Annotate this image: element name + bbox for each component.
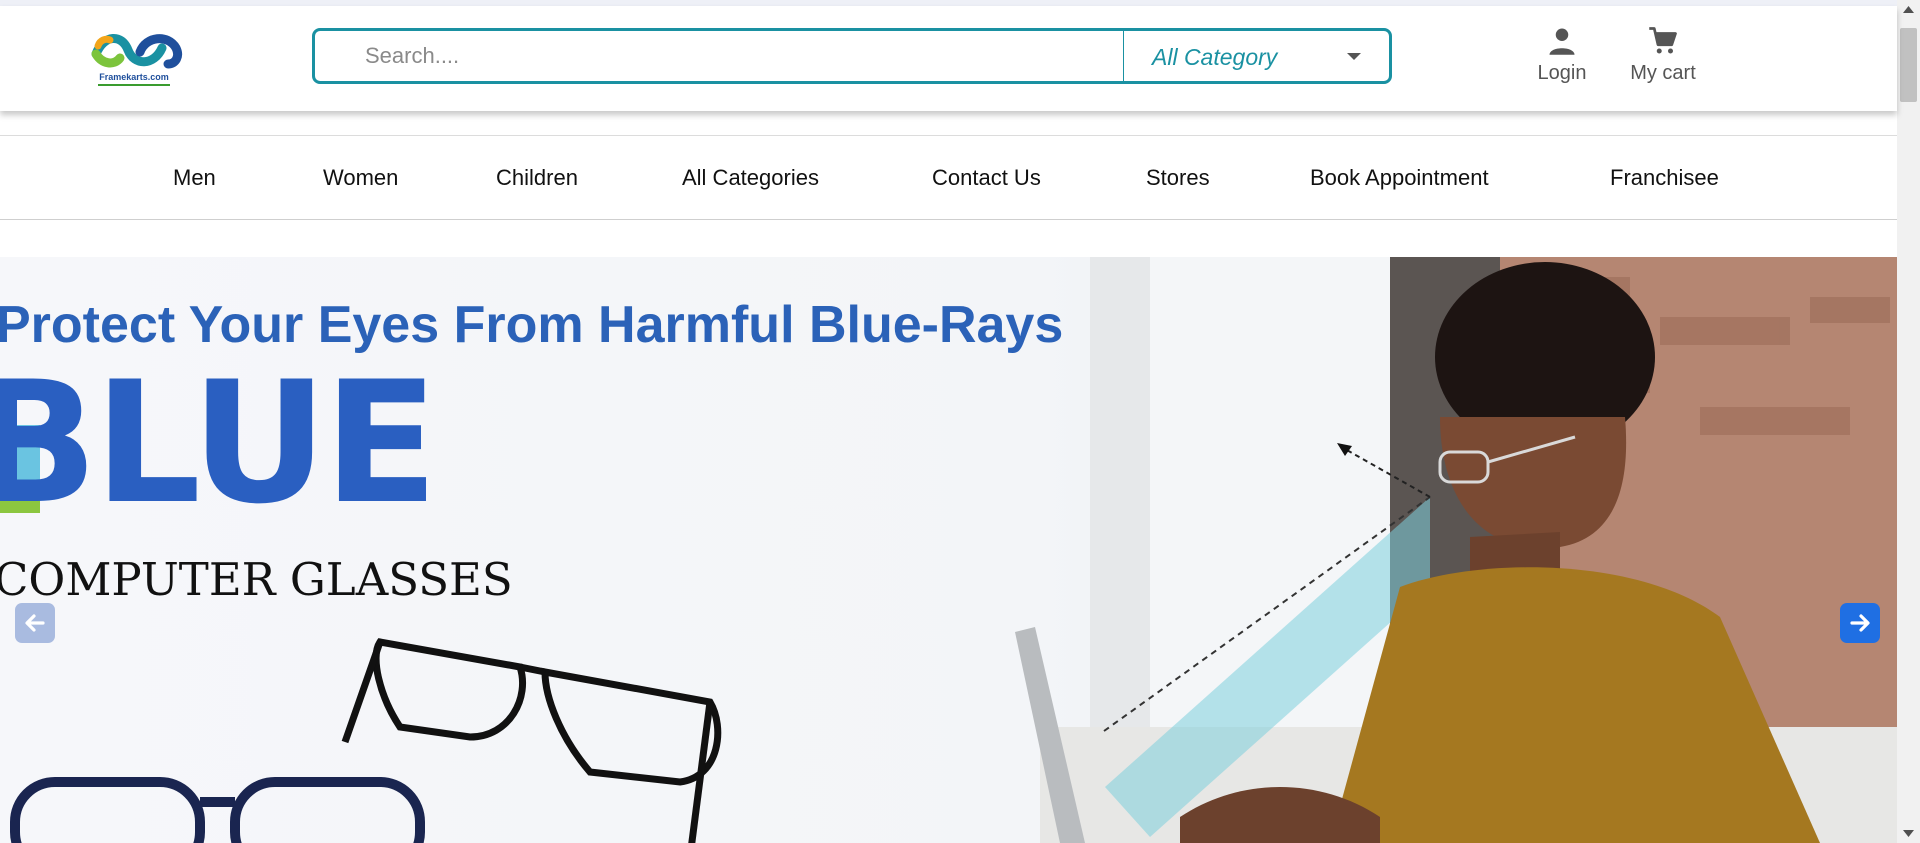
nav-item-all-categories[interactable]: All Categories	[682, 165, 819, 191]
hero-banner[interactable]: Protect Your Eyes From Harmful Blue-Rays…	[0, 257, 1897, 843]
nav-item-men[interactable]: Men	[173, 165, 216, 191]
arrow-right-icon	[1850, 614, 1870, 632]
search-input[interactable]	[315, 31, 1123, 81]
carousel-next-button[interactable]	[1840, 603, 1880, 643]
search-bar: All Category	[312, 28, 1392, 84]
logo-wordmark: Framekarts.com	[99, 72, 169, 82]
site-logo[interactable]: Framekarts.com	[84, 28, 184, 94]
page-scrollbar[interactable]	[1897, 0, 1920, 843]
nav-item-children[interactable]: Children	[496, 165, 578, 191]
logo-underline	[98, 84, 170, 86]
arrow-left-icon	[25, 614, 45, 632]
nav-item-stores[interactable]: Stores	[1146, 165, 1210, 191]
cart-icon	[1649, 27, 1677, 54]
category-dropdown[interactable]: All Category	[1124, 31, 1389, 81]
site-header: Framekarts.com All Category Login My car…	[0, 6, 1897, 111]
carousel-prev-button[interactable]	[15, 603, 55, 643]
login-label: Login	[1537, 62, 1587, 84]
chevron-down-icon	[1347, 53, 1361, 60]
scroll-thumb[interactable]	[1900, 28, 1917, 102]
cart-button[interactable]: My cart	[1608, 26, 1718, 96]
cart-label: My cart	[1630, 62, 1696, 84]
hero-brand-word: BLUE	[0, 345, 438, 541]
login-button[interactable]: Login	[1507, 26, 1617, 96]
hero-subtitle: COMPUTER GLASSES	[0, 553, 513, 606]
nav-item-franchisee[interactable]: Franchisee	[1610, 165, 1719, 191]
logo-icon	[91, 34, 183, 69]
category-selected: All Category	[1152, 44, 1278, 70]
main-nav: Men Women Children All Categories Contac…	[0, 135, 1897, 220]
nav-item-book-appointment[interactable]: Book Appointment	[1310, 165, 1489, 191]
scroll-down-icon[interactable]	[1897, 823, 1920, 843]
person-icon	[1549, 28, 1575, 55]
nav-item-women[interactable]: Women	[323, 165, 398, 191]
scroll-up-icon[interactable]	[1897, 0, 1920, 20]
nav-item-contact-us[interactable]: Contact Us	[932, 165, 1041, 191]
